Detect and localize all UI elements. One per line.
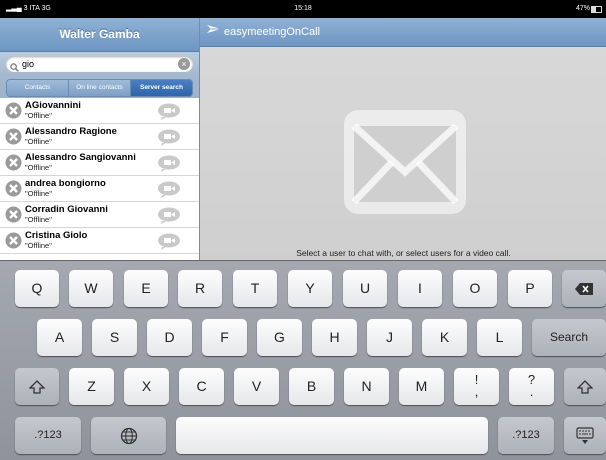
tab-server-search[interactable]: Server search (131, 80, 192, 96)
key-bottom-char: , (474, 384, 479, 399)
contacts-panel: Walter Gamba × Contacts On line contacts… (0, 18, 199, 260)
search-input[interactable] (22, 57, 172, 71)
contact-name: Corradin Giovanni (25, 204, 108, 215)
clock: 15:18 (294, 5, 312, 12)
mail-envelope-icon (340, 106, 470, 223)
key-q[interactable]: Q (15, 270, 59, 307)
contact-name: Alessandro Sangiovanni (25, 152, 136, 163)
space-bar[interactable] (176, 417, 488, 454)
app-logo-icon (206, 18, 222, 46)
contact-name: AGiovannini (25, 100, 81, 111)
video-call-icon[interactable] (157, 233, 181, 255)
key-u[interactable]: U (343, 270, 387, 307)
offline-status-icon (5, 102, 22, 124)
app-header: easymeetingOnCall (200, 18, 606, 47)
contact-row[interactable]: Cristina Giolo "Offline" (0, 228, 199, 254)
contact-name: Cristina Giolo (25, 230, 88, 241)
contact-name: Alessandro Ragione (25, 126, 117, 137)
tab-online-contacts[interactable]: On line contacts (69, 80, 131, 96)
numbers-key-left[interactable]: .?123 (15, 417, 81, 454)
app-title: easymeetingOnCall (224, 26, 320, 38)
key-z[interactable]: Z (69, 368, 114, 405)
contact-row[interactable]: Alessandro Sangiovanni "Offline" (0, 150, 199, 176)
shift-icon (576, 379, 594, 394)
shift-icon (28, 379, 46, 394)
key-e[interactable]: E (124, 270, 168, 307)
key-d[interactable]: D (147, 319, 192, 356)
key-h[interactable]: H (312, 319, 357, 356)
key-k[interactable]: K (422, 319, 467, 356)
contact-status: "Offline" (25, 215, 52, 224)
chat-panel: easymeetingOnCall Select a user to chat … (199, 18, 606, 260)
key-bottom-char: . (529, 384, 534, 399)
contact-status: "Offline" (25, 137, 52, 146)
key-v[interactable]: V (234, 368, 279, 405)
shift-key-right[interactable] (564, 368, 606, 405)
contact-status: "Offline" (25, 241, 52, 250)
offline-status-icon (5, 180, 22, 202)
shift-key-left[interactable] (15, 368, 59, 405)
contact-list: AGiovannini "Offline" Alessandro Ragione… (0, 98, 199, 254)
video-call-icon[interactable] (157, 207, 181, 229)
key-y[interactable]: Y (288, 270, 332, 307)
hide-keyboard-key[interactable] (564, 417, 606, 454)
empty-state-message: Select a user to chat with, or select us… (296, 248, 511, 258)
globe-icon (120, 427, 138, 444)
key-l[interactable]: L (477, 319, 522, 356)
video-call-icon[interactable] (157, 181, 181, 203)
hide-keyboard-icon (576, 427, 594, 444)
key-w[interactable]: W (69, 270, 113, 307)
key-exclamation-comma[interactable]: !, (454, 368, 499, 405)
offline-status-icon (5, 128, 22, 150)
key-question-period[interactable]: ?. (509, 368, 554, 405)
contact-status: "Offline" (25, 189, 52, 198)
search-bar: × (0, 52, 199, 76)
search-key[interactable]: Search (532, 319, 606, 356)
key-o[interactable]: O (453, 270, 497, 307)
battery-percent: 47% (575, 5, 590, 12)
key-f[interactable]: F (202, 319, 247, 356)
contact-row[interactable]: Corradin Giovanni "Offline" (0, 202, 199, 228)
contact-name: andrea bongiorno (25, 178, 106, 189)
clear-search-icon[interactable]: × (178, 58, 190, 70)
battery-icon (591, 6, 602, 13)
key-s[interactable]: S (92, 319, 137, 356)
contact-row[interactable]: AGiovannini "Offline" (0, 98, 199, 124)
search-icon (10, 59, 19, 77)
key-j[interactable]: J (367, 319, 412, 356)
offline-status-icon (5, 206, 22, 228)
key-a[interactable]: A (37, 319, 82, 356)
key-x[interactable]: X (124, 368, 169, 405)
key-p[interactable]: P (508, 270, 552, 307)
offline-status-icon (5, 154, 22, 176)
numbers-key-right[interactable]: .?123 (498, 417, 554, 454)
onscreen-keyboard: Q W E R T Y U I O P A S D F G H J K L Se… (0, 260, 606, 460)
key-m[interactable]: M (399, 368, 444, 405)
video-call-icon[interactable] (157, 103, 181, 125)
tab-contacts[interactable]: Contacts (7, 80, 69, 96)
contact-status: "Offline" (25, 111, 52, 120)
key-i[interactable]: I (398, 270, 442, 307)
key-g[interactable]: G (257, 319, 302, 356)
key-t[interactable]: T (233, 270, 277, 307)
key-r[interactable]: R (178, 270, 222, 307)
status-bar: ▂▃▄ 3 ITA 3G 15:18 47% (0, 0, 606, 18)
contact-row[interactable]: andrea bongiorno "Offline" (0, 176, 199, 202)
offline-status-icon (5, 232, 22, 254)
key-n[interactable]: N (344, 368, 389, 405)
user-name-title: Walter Gamba (0, 18, 199, 52)
contact-status: "Offline" (25, 163, 52, 172)
video-call-icon[interactable] (157, 129, 181, 151)
filter-tabs: Contacts On line contacts Server search (0, 76, 199, 98)
key-b[interactable]: B (289, 368, 334, 405)
search-field[interactable]: × (6, 56, 193, 72)
contact-row[interactable]: Alessandro Ragione "Offline" (0, 124, 199, 150)
globe-key[interactable] (91, 417, 166, 454)
backspace-key[interactable] (562, 270, 606, 307)
video-call-icon[interactable] (157, 155, 181, 177)
backspace-icon (575, 281, 593, 295)
key-c[interactable]: C (179, 368, 224, 405)
